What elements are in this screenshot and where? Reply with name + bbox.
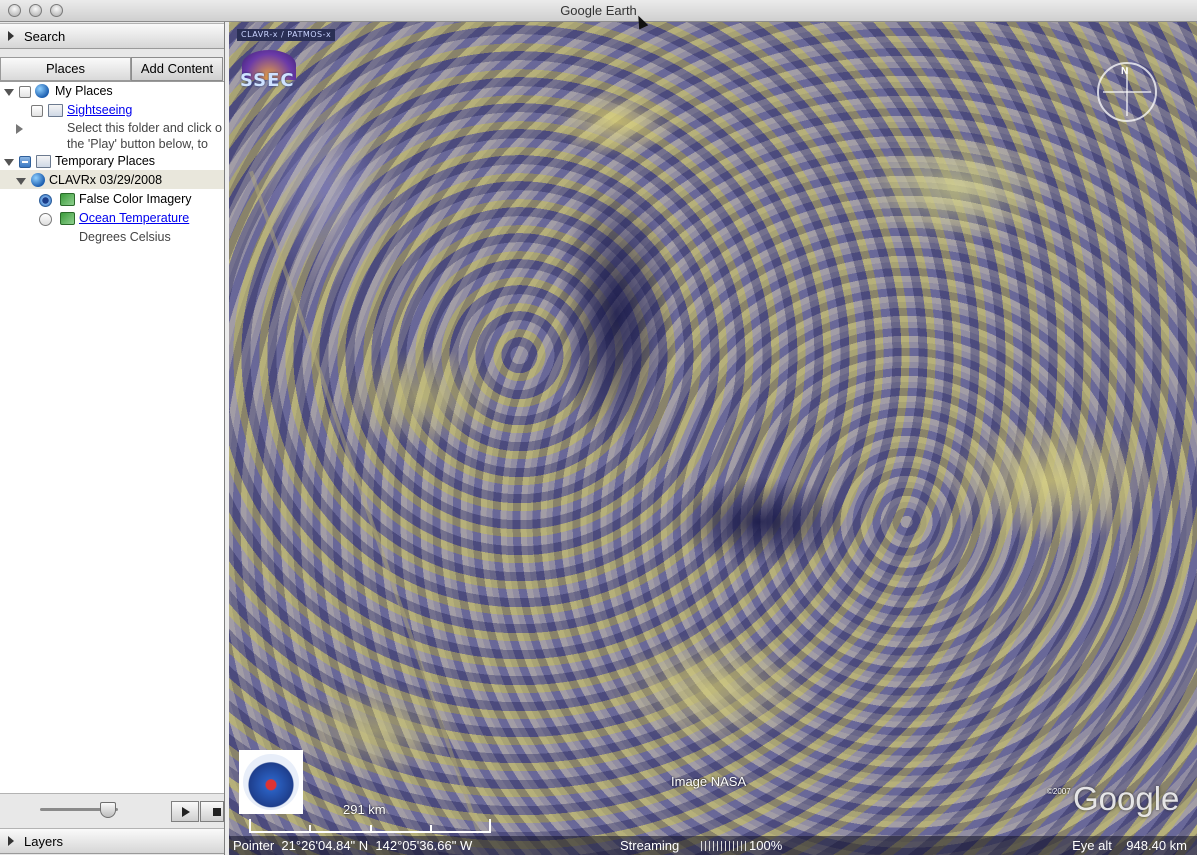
noaa-logo: [239, 750, 303, 814]
sightseeing-description-2: the 'Play' button below, to: [67, 137, 208, 151]
clavr-banner: CLAVR-x / PATMOS-x: [237, 29, 336, 41]
disclosure-down-icon[interactable]: [4, 159, 14, 166]
tree-item-false-color-imagery[interactable]: False Color Imagery: [79, 190, 192, 209]
ocean-temperature-radio[interactable]: [39, 213, 52, 226]
disclosure-down-icon[interactable]: [16, 178, 26, 185]
places-tree: My Places Sightseeing Select this folder…: [0, 81, 224, 793]
tree-item-temporary-places[interactable]: Temporary Places: [55, 152, 155, 171]
status-bar: Pointer 21°26'04.84" N 142°05'36.66" W S…: [229, 836, 1197, 855]
folder-icon: [36, 155, 51, 168]
streaming-meter: [701, 841, 747, 851]
places-panel-header[interactable]: Places: [0, 57, 131, 81]
google-logo: Google: [1073, 780, 1180, 817]
copyright-text: ©2007: [1047, 787, 1071, 796]
layers-label: Layers: [24, 834, 64, 849]
scale-label: 291 km: [343, 802, 386, 817]
temporary-places-checkbox[interactable]: [19, 156, 31, 168]
image-overlay-icon: [60, 193, 75, 206]
scale-bar: [249, 819, 491, 833]
noaa-seal-icon: [243, 754, 299, 810]
sidebar: Search Places Add Content My Places Sigh…: [0, 22, 225, 855]
sightseeing-description: Select this folder and click o: [67, 121, 222, 135]
image-overlay-icon: [60, 212, 75, 225]
add-content-button[interactable]: Add Content: [131, 57, 223, 81]
streaming-label: Streaming: [620, 838, 680, 853]
streaming-percent: 100%: [749, 838, 783, 853]
my-places-checkbox[interactable]: [19, 86, 31, 98]
tree-item-my-places[interactable]: My Places: [55, 82, 113, 101]
globe-icon: [31, 173, 45, 187]
earth-viewer[interactable]: CLAVR-x / PATMOS-x SSEC N Image NASA ©20…: [229, 22, 1197, 855]
cloud-imagery: [229, 22, 1197, 855]
stop-button[interactable]: [200, 801, 224, 822]
sightseeing-checkbox[interactable]: [31, 105, 43, 117]
play-button[interactable]: [171, 801, 199, 822]
ocean-temperature-description: Degrees Celsius: [79, 230, 171, 244]
image-credit: Image NASA: [671, 774, 747, 789]
tree-item-clavrx[interactable]: CLAVRx 03/29/2008: [49, 171, 162, 190]
window-title: Google Earth: [560, 3, 637, 18]
globe-icon: [35, 84, 49, 98]
false-color-radio[interactable]: [39, 194, 52, 207]
navigation-compass[interactable]: N: [1097, 62, 1157, 122]
disclosure-right-icon[interactable]: [16, 124, 23, 134]
tree-item-sightseeing[interactable]: Sightseeing: [67, 101, 132, 120]
compass-north-label: N: [1121, 66, 1129, 77]
folder-icon: [48, 104, 63, 117]
ssec-logo: SSEC: [238, 48, 300, 94]
search-label: Search: [24, 29, 66, 44]
pointer-coordinates: Pointer 21°26'04.84" N 142°05'36.66" W: [233, 838, 473, 853]
window-titlebar: Google Earth: [0, 0, 1197, 22]
search-panel-header[interactable]: Search: [0, 23, 224, 49]
disclosure-right-icon: [8, 31, 14, 41]
layers-panel-header[interactable]: Layers: [0, 828, 224, 854]
disclosure-right-icon: [8, 836, 14, 846]
ssec-logo-text: SSEC: [240, 70, 295, 91]
tour-controls: [0, 793, 224, 827]
eye-altitude: Eye alt 948.40 km: [1072, 838, 1187, 853]
disclosure-down-icon[interactable]: [4, 89, 14, 96]
tree-item-ocean-temperature[interactable]: Ocean Temperature: [79, 209, 189, 228]
slider-thumb[interactable]: [100, 802, 116, 818]
